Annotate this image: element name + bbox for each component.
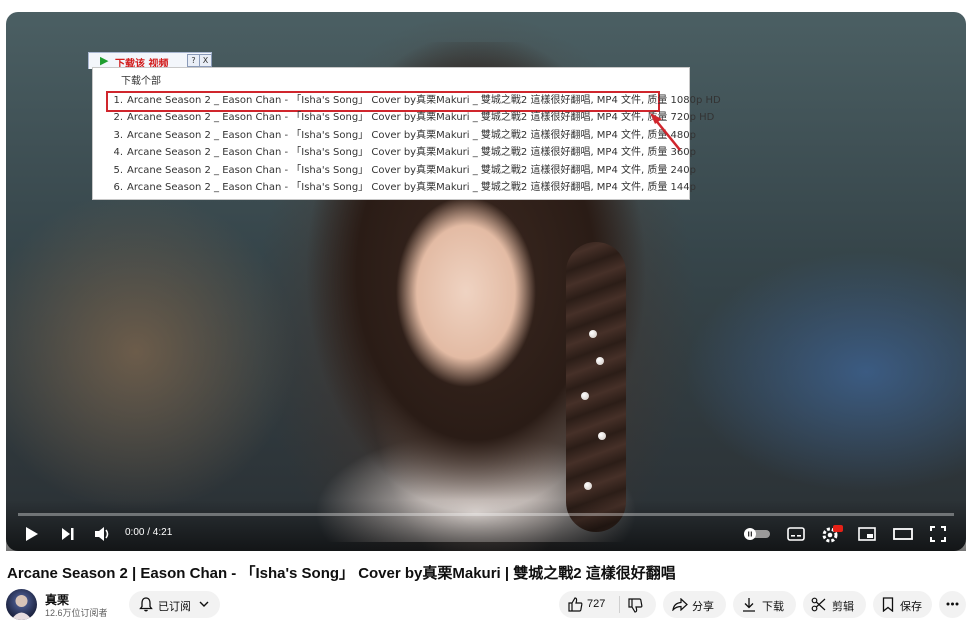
- item-number: 6.: [113, 182, 123, 193]
- save-label: 保存: [900, 601, 922, 613]
- miniplayer-icon[interactable]: [858, 527, 876, 541]
- download-option-144p[interactable]: 6. Arcane Season 2 _ Eason Chan - 「Isha's…: [109, 179, 696, 196]
- download-icon: [743, 598, 755, 612]
- subscribed-button[interactable]: 已订阅: [129, 591, 220, 618]
- share-icon: [672, 598, 688, 611]
- channel-avatar[interactable]: [6, 589, 37, 620]
- pearl: [589, 330, 597, 338]
- video-title: Arcane Season 2 | Eason Chan - 「Isha's S…: [7, 565, 676, 582]
- item-label: Arcane Season 2 _ Eason Chan - 「Isha's S…: [127, 165, 696, 176]
- theater-mode-icon[interactable]: [893, 527, 913, 541]
- more-horizontal-icon: [946, 602, 959, 606]
- item-number: 2.: [113, 112, 123, 123]
- subtitles-icon[interactable]: [787, 527, 805, 541]
- pearl: [598, 432, 606, 440]
- subscriber-count: 12.6万位订阅者: [45, 608, 108, 618]
- bell-icon: [139, 597, 153, 612]
- fullscreen-icon[interactable]: [930, 526, 946, 542]
- chevron-down-icon: [199, 601, 209, 607]
- play-icon[interactable]: [25, 526, 39, 542]
- item-label: Arcane Season 2 _ Eason Chan - 「Isha's S…: [127, 130, 696, 141]
- close-button[interactable]: X: [199, 54, 212, 67]
- more-actions-button[interactable]: [939, 591, 966, 618]
- item-number: 3.: [113, 130, 123, 141]
- save-button[interactable]: 保存: [873, 591, 932, 618]
- download-panel-header: 下载个部: [121, 76, 161, 87]
- divider: [619, 596, 620, 613]
- item-number: 4.: [113, 147, 123, 158]
- download-label: 下载: [762, 601, 784, 613]
- download-option-1080p[interactable]: 1. Arcane Season 2 _ Eason Chan - 「Isha's…: [109, 92, 720, 109]
- progress-bar[interactable]: [18, 513, 954, 516]
- settings-gear-icon[interactable]: [821, 525, 843, 543]
- like-dislike-group: 727: [559, 591, 656, 618]
- download-option-480p[interactable]: 3. Arcane Season 2 _ Eason Chan - 「Isha's…: [109, 127, 696, 144]
- next-icon[interactable]: [61, 527, 75, 541]
- download-option-240p[interactable]: 5. Arcane Season 2 _ Eason Chan - 「Isha's…: [109, 162, 696, 179]
- pearl: [584, 482, 592, 490]
- volume-icon[interactable]: [94, 526, 112, 542]
- download-panel: 下载个部 1. Arcane Season 2 _ Eason Chan - 「I…: [92, 67, 721, 200]
- time-display: 0:00 / 4:21: [125, 527, 173, 538]
- download-button[interactable]: 下载: [733, 591, 796, 618]
- annotation-arrow-icon: [650, 113, 681, 151]
- pearl: [596, 357, 604, 365]
- thumbs-down-icon[interactable]: [628, 598, 643, 613]
- share-button[interactable]: 分享: [663, 591, 726, 618]
- download-option-360p[interactable]: 4. Arcane Season 2 _ Eason Chan - 「Isha's…: [109, 144, 696, 161]
- thumbs-up-icon[interactable]: [568, 597, 583, 612]
- item-label: Arcane Season 2 _ Eason Chan - 「Isha's S…: [127, 112, 715, 123]
- item-number: 5.: [113, 165, 123, 176]
- avatar-image-icon: [11, 595, 32, 620]
- play-icon: ▶: [100, 54, 109, 67]
- clip-label: 剪辑: [832, 601, 854, 613]
- item-number: 1.: [113, 95, 123, 106]
- bookmark-icon: [882, 597, 894, 612]
- download-option-720p[interactable]: 2. Arcane Season 2 _ Eason Chan - 「Isha's…: [109, 109, 714, 126]
- subscribed-label: 已订阅: [158, 601, 191, 613]
- scissors-icon: [811, 597, 826, 612]
- clip-button[interactable]: 剪辑: [803, 591, 866, 618]
- item-label: Arcane Season 2 _ Eason Chan - 「Isha's S…: [127, 182, 696, 193]
- item-label: Arcane Season 2 _ Eason Chan - 「Isha's S…: [127, 95, 721, 106]
- autoplay-toggle-icon[interactable]: [744, 528, 770, 540]
- player-controls: 0:00 / 4:21: [6, 500, 966, 551]
- video-frame-braid: [566, 242, 626, 532]
- pearl: [581, 392, 589, 400]
- like-count[interactable]: 727: [587, 598, 605, 610]
- share-label: 分享: [692, 601, 714, 613]
- item-label: Arcane Season 2 _ Eason Chan - 「Isha's S…: [127, 147, 696, 158]
